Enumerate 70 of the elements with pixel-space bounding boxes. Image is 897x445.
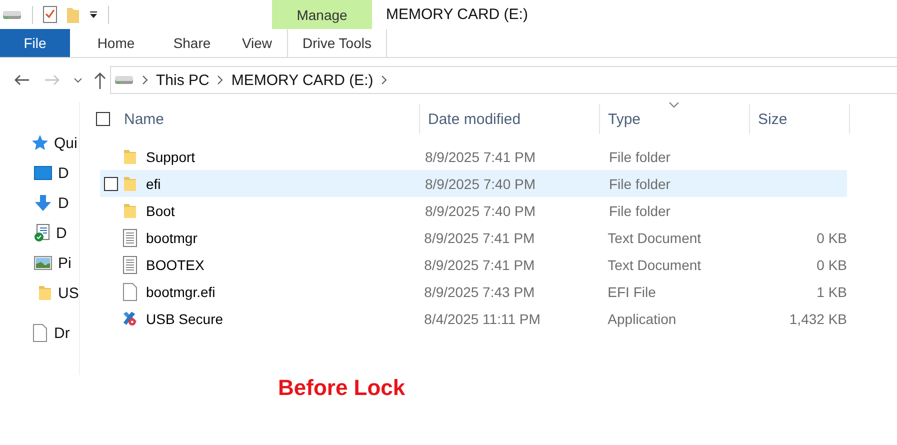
file-name[interactable]: BOOTEX: [146, 256, 204, 272]
column-header[interactable]: Size: [758, 110, 788, 128]
date-modified: 8/9/2025 7:41 PM: [423, 256, 536, 272]
date-modified: 8/9/2025 7:43 PM: [423, 284, 536, 300]
file-name[interactable]: Boot: [146, 202, 175, 218]
navigation-item[interactable]: D: [58, 194, 69, 212]
caption: Before Lock: [278, 375, 406, 401]
file-name[interactable]: USB Secure: [146, 310, 224, 326]
file-type: File folder: [608, 176, 672, 192]
breadcrumb-item[interactable]: MEMORY CARD (E:): [231, 72, 374, 88]
date-modified: 8/9/2025 7:41 PM: [423, 230, 536, 246]
back-arrow-icon[interactable]: [14, 74, 30, 86]
navigation-item[interactable]: D: [58, 164, 69, 182]
select-all-checkbox[interactable]: [96, 112, 110, 126]
drive-icon: [2, 8, 22, 20]
up-arrow-icon[interactable]: [94, 72, 106, 88]
file-icon: [32, 324, 48, 342]
breadcrumb-chevron-icon[interactable]: [217, 75, 224, 85]
column-header[interactable]: Name: [124, 110, 164, 128]
file-icon: [122, 282, 138, 300]
navigation-item[interactable]: D: [56, 224, 67, 242]
properties-icon[interactable]: [43, 6, 57, 23]
file-type: Text Document: [606, 230, 702, 246]
date-modified: 8/4/2025 11:11 PM: [423, 310, 542, 326]
breadcrumb-item[interactable]: This PC: [156, 72, 210, 88]
date-modified: 8/9/2025 7:40 PM: [424, 176, 537, 192]
pictures-icon: [34, 256, 52, 270]
file-size: 1 KB: [816, 284, 847, 300]
date-modified: 8/9/2025 7:41 PM: [424, 148, 537, 164]
file-type: Text Document: [606, 256, 702, 272]
column-header[interactable]: Date modified: [428, 110, 521, 128]
file-size: 1,432 KB: [788, 310, 847, 326]
breadcrumb-chevron-icon[interactable]: [381, 75, 388, 85]
recent-locations-chevron-icon[interactable]: [74, 78, 82, 82]
file-name[interactable]: efi: [146, 176, 161, 192]
document-icon: [34, 224, 50, 242]
file-name[interactable]: bootmgr.efi: [146, 284, 216, 300]
text-document-icon: [122, 256, 138, 274]
file-type: Application: [606, 310, 678, 326]
file-size: 0 KB: [816, 230, 847, 246]
desktop-icon: [34, 166, 52, 180]
download-arrow-icon: [34, 195, 52, 211]
folder-icon: [123, 176, 137, 192]
navigation-item[interactable]: Qui: [54, 134, 78, 152]
row-checkbox[interactable]: [104, 176, 118, 190]
file-name[interactable]: bootmgr: [146, 230, 198, 246]
navigation-item[interactable]: US: [58, 284, 79, 302]
date-modified: 8/9/2025 7:40 PM: [424, 202, 537, 218]
column-header[interactable]: Type: [608, 110, 641, 128]
file-type: File folder: [608, 148, 672, 164]
selected-row-highlight[interactable]: efi 8/9/2025 7:40 PM File folder: [100, 170, 847, 197]
file-type: EFI File: [606, 284, 657, 300]
drive-icon: [114, 74, 134, 86]
file-menu-button[interactable]: File: [0, 29, 70, 57]
file-size: 0 KB: [816, 256, 847, 272]
star-icon: [32, 135, 48, 151]
file-name[interactable]: Support: [146, 148, 196, 164]
navigation-item[interactable]: Pi: [58, 254, 72, 272]
contextual-tab-header: Manage: [272, 0, 372, 29]
text-document-icon: [122, 228, 138, 246]
sort-caret-icon: [669, 102, 679, 108]
navigation-item[interactable]: Dr: [54, 324, 70, 342]
breadcrumb-chevron-icon[interactable]: [142, 75, 148, 85]
ribbon-tab[interactable]: Drive Tools: [287, 29, 387, 57]
file-type: File folder: [608, 202, 672, 218]
folder-icon: [123, 148, 137, 164]
dropdown-arrow-icon[interactable]: [89, 10, 98, 18]
window-title: MEMORY CARD (E:): [385, 6, 528, 23]
folder-icon: [123, 202, 137, 218]
folder-icon: [38, 285, 52, 301]
